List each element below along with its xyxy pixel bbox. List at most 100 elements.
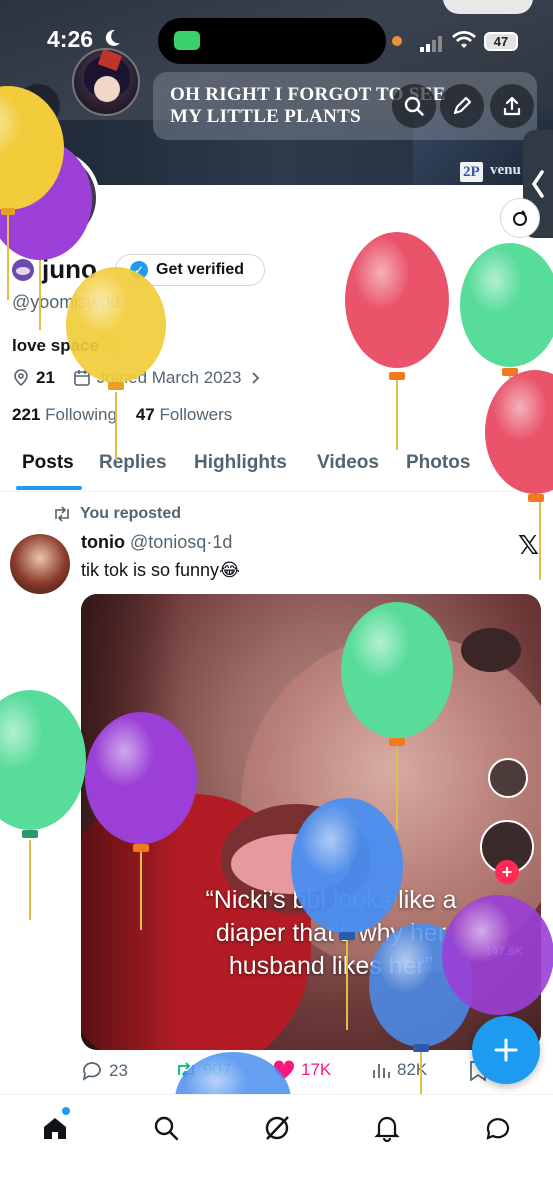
edit-button[interactable] — [440, 84, 484, 128]
chevron-left-icon — [531, 170, 544, 198]
post-author-avatar[interactable] — [10, 534, 70, 594]
following-count: 221 — [12, 405, 41, 424]
reply-icon — [82, 1062, 101, 1081]
repost-label: You reposted — [80, 505, 182, 522]
post-text: tik tok is so funny😂 — [81, 560, 241, 580]
like-button[interactable]: 17K — [273, 1060, 331, 1080]
x-logo-icon[interactable]: 𝕏 — [518, 530, 539, 561]
location-text: 21 — [36, 368, 55, 387]
tab-videos[interactable]: Videos — [317, 452, 379, 474]
post-video[interactable]: “Nicki’s bbl looks like a diaper that’s … — [81, 594, 541, 1050]
dynamic-island — [158, 18, 402, 64]
profile-meta: 21 Joined March 2023 — [12, 368, 286, 388]
balloon-green-left — [0, 690, 86, 920]
pencil-icon — [453, 96, 472, 115]
search-button[interactable] — [392, 84, 436, 128]
reply-button[interactable]: 23 — [81, 1060, 128, 1082]
repost-icon — [55, 506, 69, 522]
profile-handle: @yoomiswrld — [12, 292, 121, 312]
bottom-navigation — [0, 1094, 553, 1200]
profile-tabs: Posts Replies Highlights Videos Photos A… — [0, 440, 553, 492]
following-link[interactable]: 221 Following — [12, 405, 117, 424]
followers-count: 47 — [135, 405, 155, 424]
followers-link[interactable]: 47 Followers — [136, 405, 232, 424]
signal-icon — [420, 36, 442, 52]
search-icon — [404, 96, 424, 116]
post-header[interactable]: tonio @toniosq·1d — [81, 532, 232, 553]
banner-tag-text: venu — [490, 162, 521, 178]
nav-notification-dot — [62, 1107, 70, 1115]
balloon-red-right — [345, 232, 449, 450]
views-icon — [373, 1064, 390, 1078]
followers-label: Followers — [159, 405, 233, 424]
repost-count: 907 — [203, 1060, 232, 1079]
battery-indicator: 47 — [484, 32, 518, 51]
like-count: 17K — [301, 1060, 332, 1079]
home-icon — [44, 1118, 66, 1139]
tab-replies[interactable]: Replies — [99, 452, 167, 474]
wifi-icon — [452, 31, 476, 48]
facetime-icon — [174, 31, 200, 50]
search-icon — [154, 1116, 179, 1141]
verified-check-icon: ✓ — [130, 261, 148, 279]
nav-home[interactable] — [38, 1111, 72, 1145]
heart-icon — [273, 1060, 295, 1079]
joined-item[interactable]: Joined March 2023 — [73, 368, 268, 388]
tab-posts[interactable]: Posts — [22, 452, 74, 474]
more-options-button[interactable] — [500, 198, 540, 238]
status-time: 4:26 — [47, 26, 94, 52]
active-tab-indicator — [16, 486, 82, 490]
balloon-green-top-right — [460, 243, 553, 430]
profile-bio: love space — [12, 336, 123, 356]
bio-text: love space — [12, 336, 99, 355]
notifications-icon — [374, 1116, 400, 1142]
calendar-icon — [74, 370, 90, 386]
share-button[interactable] — [490, 84, 534, 128]
post-author-name: tonio — [81, 532, 125, 552]
repost-button[interactable]: 907 — [175, 1060, 231, 1080]
post-actions: 23 907 17K 82K — [81, 1060, 541, 1086]
tab-photos[interactable]: Photos — [406, 452, 470, 474]
tiktok-like-count: 147.6K — [485, 944, 524, 958]
messages-icon — [486, 1118, 510, 1140]
tiktok-search-icon — [488, 758, 528, 798]
nav-messages[interactable] — [481, 1111, 515, 1145]
following-label: Following — [45, 405, 117, 424]
chat-bubble-avatar[interactable] — [72, 48, 140, 116]
bio-emoji-icon — [104, 337, 123, 356]
reply-count: 23 — [109, 1061, 128, 1080]
nav-search[interactable] — [149, 1111, 183, 1145]
banner-pill — [443, 0, 533, 14]
grok-icon — [265, 1116, 289, 1140]
get-verified-label: Get verified — [156, 261, 245, 278]
recording-dot — [392, 36, 402, 46]
tiktok-follow-icon: + — [495, 860, 519, 884]
compose-button[interactable] — [472, 1016, 540, 1084]
location-item: 21 — [12, 368, 55, 388]
moon-icon — [105, 29, 120, 46]
arrow-left-icon — [30, 98, 47, 114]
video-caption: “Nicki’s bbl looks like a diaper that’s … — [205, 886, 457, 980]
tab-articles[interactable]: Articl — [498, 452, 547, 474]
joined-text: Joined March 2023 — [96, 368, 242, 387]
profile-avatar[interactable] — [4, 150, 100, 246]
post-age: 1d — [212, 532, 233, 552]
post-author-handle: @toniosq — [130, 532, 207, 552]
more-icon — [513, 210, 527, 226]
location-icon — [14, 369, 28, 387]
display-name-row: juno — [12, 254, 97, 285]
get-verified-button[interactable]: ✓ Get verified — [115, 254, 265, 286]
tab-highlights[interactable]: Highlights — [194, 452, 287, 474]
follow-stats: 221 Following 47 Followers — [12, 405, 232, 425]
nav-grok[interactable] — [260, 1111, 294, 1145]
back-button[interactable] — [16, 84, 60, 128]
repost-indicator: You reposted — [52, 505, 181, 523]
views-count: 82K — [397, 1060, 428, 1079]
share-icon — [503, 96, 521, 116]
repost-action-icon — [178, 1062, 194, 1078]
display-name: juno — [42, 254, 97, 284]
views-button[interactable]: 82K — [371, 1060, 427, 1080]
nav-notifications[interactable] — [370, 1111, 404, 1145]
name-emoji-icon — [12, 258, 34, 281]
banner-tag-2p: 2P — [460, 162, 483, 182]
